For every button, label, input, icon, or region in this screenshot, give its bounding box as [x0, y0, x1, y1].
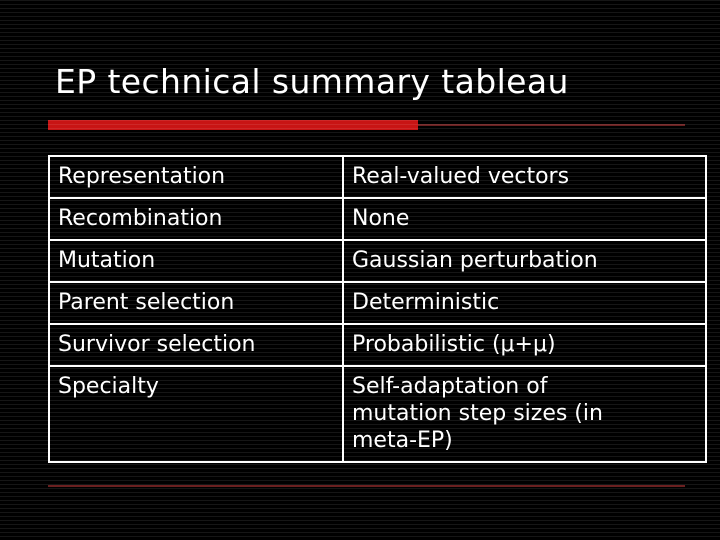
table-row: Specialty Self-adaptation of mutation st…	[48, 365, 707, 463]
cell-line: Gaussian perturbation	[352, 248, 598, 273]
row-value-mutation: Gaussian perturbation	[342, 239, 707, 283]
row-value-recombination: None	[342, 197, 707, 241]
row-key-recombination: Recombination	[48, 197, 344, 241]
title-underline-accent	[48, 120, 418, 130]
row-value-specialty: Self-adaptation of mutation step sizes (…	[342, 365, 707, 463]
row-key-parent-selection: Parent selection	[48, 281, 344, 325]
table-row: Mutation Gaussian perturbation	[48, 239, 707, 283]
cell-line: None	[352, 206, 410, 231]
row-value-survivor-selection: Probabilistic (μ+μ)	[342, 323, 707, 367]
table-row: Recombination None	[48, 197, 707, 241]
row-key-representation: Representation	[48, 155, 344, 199]
cell-line: mutation step sizes (in	[352, 401, 603, 426]
cell-line: Real-valued vectors	[352, 164, 570, 189]
row-key-specialty: Specialty	[48, 365, 344, 463]
footer-rule	[48, 485, 685, 487]
table-row: Parent selection Deterministic	[48, 281, 707, 325]
table-body: Representation Real-valued vectors Recom…	[48, 155, 707, 463]
table-row: Survivor selection Probabilistic (μ+μ)	[48, 323, 707, 367]
table-row: Representation Real-valued vectors	[48, 155, 707, 199]
cell-line: Probabilistic (μ+μ)	[352, 332, 556, 357]
row-key-survivor-selection: Survivor selection	[48, 323, 344, 367]
ep-summary-table: Representation Real-valued vectors Recom…	[48, 155, 707, 463]
cell-line: Deterministic	[352, 290, 500, 315]
row-value-representation: Real-valued vectors	[342, 155, 707, 199]
row-key-mutation: Mutation	[48, 239, 344, 283]
cell-line: Self-adaptation of	[352, 374, 548, 399]
cell-line: meta-EP)	[352, 428, 453, 453]
slide: EP technical summary tableau Representat…	[0, 0, 720, 540]
row-value-parent-selection: Deterministic	[342, 281, 707, 325]
page-title: EP technical summary tableau	[55, 62, 569, 101]
